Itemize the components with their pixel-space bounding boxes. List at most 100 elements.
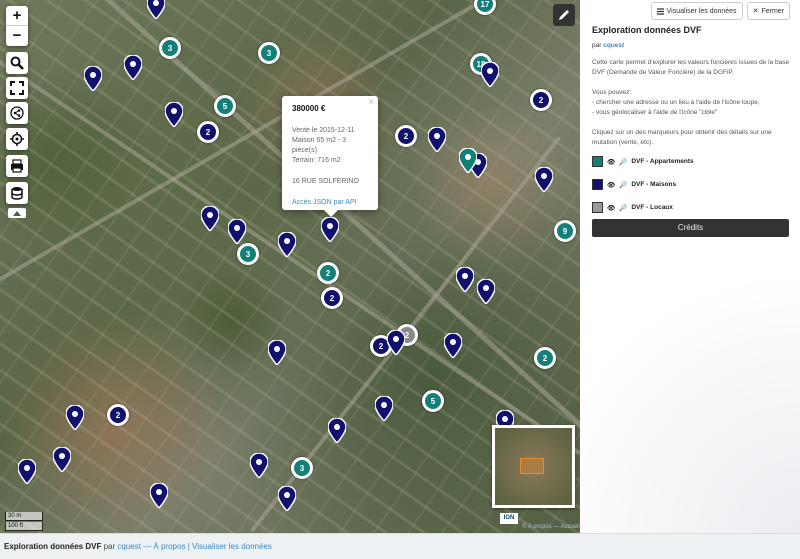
cluster-marker[interactable]: 2 — [530, 89, 552, 111]
credits-button[interactable]: Crédits — [592, 219, 789, 237]
house-pin-marker[interactable] — [278, 232, 296, 257]
footer-author-link[interactable]: cquest — [117, 542, 141, 551]
print-button[interactable] — [6, 155, 28, 177]
cluster-marker[interactable]: 5 — [214, 95, 236, 117]
layer-maisons[interactable]: 👁 🔎 DVF - Maisons — [592, 179, 694, 190]
search-button[interactable] — [6, 52, 28, 74]
bullet-geolocate: - vous géolocaliser à l'aide de l'icône … — [592, 109, 718, 116]
eye-icon[interactable]: 👁 — [607, 204, 615, 212]
cluster-marker[interactable]: 3 — [159, 37, 181, 59]
overview-minimap[interactable] — [492, 425, 575, 508]
footer-by: par — [103, 542, 116, 551]
apartment-pin-marker[interactable] — [459, 148, 477, 173]
house-pin-marker[interactable] — [124, 55, 142, 80]
zoom-icon[interactable]: 🔎 — [619, 181, 627, 189]
chevron-up-icon — [13, 210, 21, 216]
zoom-in-button[interactable]: + — [6, 6, 28, 26]
house-pin-marker[interactable] — [477, 279, 495, 304]
search-icon — [10, 56, 24, 70]
cluster-marker[interactable]: 3 — [237, 243, 259, 265]
geolocate-button[interactable] — [6, 128, 28, 150]
zoom-out-button[interactable]: − — [6, 26, 28, 46]
cluster-marker[interactable]: 2 — [317, 262, 339, 284]
edit-button[interactable] — [553, 4, 575, 26]
collapse-button[interactable] — [8, 208, 26, 218]
database-icon — [11, 187, 23, 200]
share-button[interactable] — [6, 102, 28, 124]
mutation-popup: × 380000 € Vente le 2015-12-11 Maison 65… — [282, 96, 378, 217]
cluster-marker[interactable]: 3 — [258, 42, 280, 64]
house-pin-marker[interactable] — [84, 66, 102, 91]
house-pin-marker[interactable] — [18, 459, 36, 484]
sidebar-title: Exploration données DVF — [592, 25, 702, 35]
popup-api-link[interactable]: Accès JSON par API — [292, 199, 357, 206]
bullet-search: - chercher une adresse ou un lieu à l'ai… — [592, 99, 760, 106]
layers-button[interactable] — [6, 182, 28, 204]
close-sidebar-button[interactable]: ✕ Fermer — [746, 2, 790, 20]
you-can-text: Vous pouvez: — [592, 89, 632, 96]
target-icon — [10, 132, 24, 146]
house-pin-marker[interactable] — [201, 206, 219, 231]
map-view[interactable]: 3 5 2 2 2 3 2 2 9 2 2 2 5 2 3 3 18 17 + … — [0, 0, 580, 533]
house-pin-marker[interactable] — [268, 340, 286, 365]
house-pin-marker[interactable] — [228, 219, 246, 244]
click-hint-text: Cliquez sur un des marqueurs pour obteni… — [592, 129, 772, 146]
description-text: Cette carte permet d'explorer les valeur… — [592, 59, 790, 76]
cluster-marker[interactable]: 2 — [107, 404, 129, 426]
layer-label: DVF - Appartements — [631, 158, 694, 165]
scale-imperial: 100 ft — [5, 522, 43, 531]
house-pin-marker[interactable] — [53, 447, 71, 472]
house-pin-marker[interactable] — [375, 396, 393, 421]
house-pin-marker[interactable] — [428, 127, 446, 152]
zoom-icon[interactable]: 🔎 — [619, 158, 627, 166]
footer: Exploration données DVF par cquest — À p… — [0, 533, 800, 559]
house-pin-marker[interactable] — [481, 62, 499, 87]
cluster-marker[interactable]: 2 — [197, 121, 219, 143]
cluster-marker[interactable]: 5 — [422, 390, 444, 412]
overview-viewport-box[interactable] — [520, 458, 544, 474]
house-pin-marker[interactable] — [165, 102, 183, 127]
house-pin-marker[interactable] — [387, 330, 405, 355]
cluster-marker[interactable]: 2 — [395, 125, 417, 147]
house-pin-marker[interactable] — [535, 167, 553, 192]
cluster-marker[interactable]: 9 — [554, 220, 576, 242]
house-pin-marker[interactable] — [66, 405, 84, 430]
cluster-marker[interactable]: 2 — [321, 287, 343, 309]
house-pin-marker[interactable] — [278, 486, 296, 511]
layer-appartements[interactable]: 👁 🔎 DVF - Appartements — [592, 156, 694, 167]
popup-property-type: Maison 65 m2 - 3 pièce(s) — [292, 137, 347, 154]
house-pin-marker[interactable] — [250, 453, 268, 478]
eye-icon[interactable]: 👁 — [607, 181, 615, 189]
close-label: Fermer — [761, 7, 784, 15]
footer-dash: — — [143, 542, 152, 551]
footer-view-data-link[interactable]: Visualiser les données — [192, 542, 272, 551]
popup-sale-date: Vente le 2015-12-11 — [292, 127, 355, 134]
view-data-label: Visualiser les données — [666, 7, 737, 15]
cluster-marker[interactable]: 2 — [534, 347, 556, 369]
eye-icon[interactable]: 👁 — [607, 158, 615, 166]
footer-about-link[interactable]: À propos — [153, 542, 185, 551]
layer-swatch — [592, 156, 603, 167]
view-data-button[interactable]: Visualiser les données — [650, 2, 743, 20]
author-link[interactable]: cquest — [603, 42, 624, 49]
house-pin-marker[interactable] — [328, 418, 346, 443]
house-pin-marker[interactable] — [444, 333, 462, 358]
zoom-icon[interactable]: 🔎 — [619, 204, 627, 212]
fullscreen-icon — [10, 81, 24, 95]
ign-logo: IGN — [500, 513, 518, 524]
sidebar-byline: par cquest — [592, 42, 625, 49]
house-pin-marker[interactable] — [456, 267, 474, 292]
popup-close-button[interactable]: × — [368, 98, 374, 108]
popup-land: Terrain: 716 m2 — [292, 157, 341, 164]
print-icon — [11, 159, 23, 173]
fullscreen-button[interactable] — [6, 77, 28, 99]
pencil-icon — [559, 10, 569, 20]
cluster-marker[interactable]: 3 — [291, 457, 313, 479]
layer-locaux[interactable]: 👁 🔎 DVF - Locaux — [592, 202, 694, 213]
house-pin-marker[interactable] — [321, 217, 339, 242]
scale-metric: 30 m — [5, 512, 43, 521]
layer-swatch — [592, 179, 603, 190]
house-pin-marker[interactable] — [147, 0, 165, 19]
house-pin-marker[interactable] — [150, 483, 168, 508]
map-attribution[interactable]: © A propos — Accueil — [522, 524, 580, 530]
